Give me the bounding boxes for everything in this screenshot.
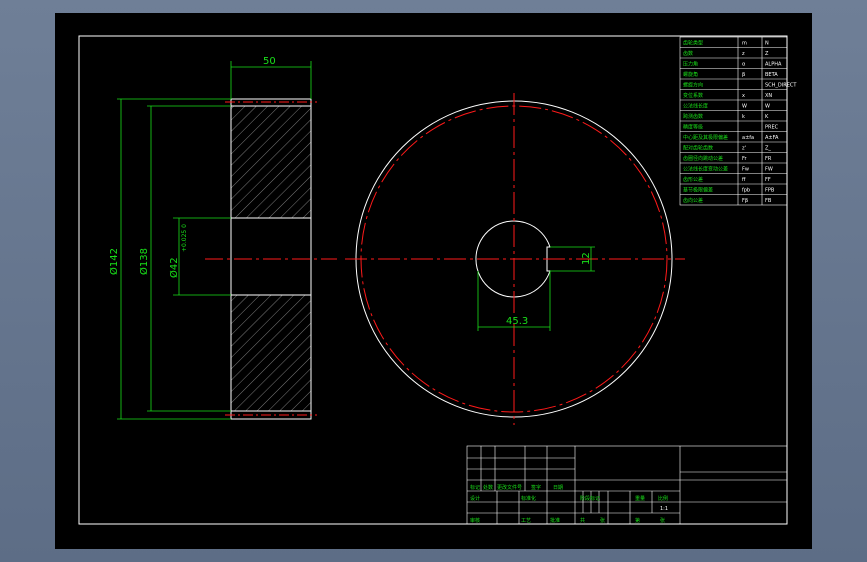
param-symbol: z bbox=[742, 51, 745, 57]
svg-text:日期: 日期 bbox=[553, 485, 563, 491]
param-name: 齿形公差 bbox=[683, 176, 703, 183]
param-symbol: fpb bbox=[742, 188, 750, 194]
dim-outer-dia-label: Ø142 bbox=[108, 248, 120, 275]
parameter-table: 齿轮类型 m N 齿数 z Z 压力角 α ALPHA 螺旋角 β BETA 螺旋方向 SCH_DIREC… bbox=[679, 36, 797, 206]
svg-text:处数: 处数 bbox=[483, 484, 493, 491]
param-symbol: a±fa bbox=[742, 135, 754, 141]
svg-text:更改文件号: 更改文件号 bbox=[497, 484, 522, 491]
param-value: FF bbox=[765, 177, 771, 183]
svg-text:设计: 设计 bbox=[470, 495, 480, 502]
svg-text:张: 张 bbox=[600, 517, 605, 524]
drawing-border bbox=[78, 35, 788, 525]
svg-text:比例: 比例 bbox=[658, 495, 668, 502]
param-name: 跨测齿数 bbox=[683, 113, 703, 120]
dim-width-label: 50 bbox=[263, 56, 276, 67]
svg-text:批准: 批准 bbox=[550, 517, 560, 524]
param-name: 压力角 bbox=[683, 61, 698, 68]
param-value: N bbox=[765, 41, 769, 47]
svg-text:第: 第 bbox=[635, 517, 640, 524]
param-name: 齿向公差 bbox=[683, 197, 703, 204]
param-name: 齿圈径向跳动公差 bbox=[683, 155, 723, 162]
svg-text:工艺: 工艺 bbox=[521, 518, 531, 524]
svg-text:标准化: 标准化 bbox=[521, 495, 536, 502]
param-name: 中心距及其极限偏差 bbox=[683, 134, 728, 141]
param-value: Z_ bbox=[765, 146, 771, 152]
dim-root-dia-label: Ø138 bbox=[138, 248, 150, 275]
svg-text:审核: 审核 bbox=[470, 517, 480, 524]
hatch-upper bbox=[231, 106, 311, 218]
param-value: FB bbox=[765, 198, 772, 204]
param-symbol: ff bbox=[742, 177, 746, 183]
param-value: Z bbox=[765, 51, 769, 57]
param-value: ALPHA bbox=[765, 62, 782, 68]
param-name: 螺旋角 bbox=[683, 71, 698, 78]
param-name: 螺旋方向 bbox=[683, 82, 703, 89]
svg-text:张: 张 bbox=[660, 517, 665, 524]
front-view: 12 45.3 bbox=[345, 93, 685, 425]
param-symbol: z' bbox=[742, 146, 746, 152]
param-symbol: Fw bbox=[742, 167, 749, 173]
param-name: 齿数 bbox=[683, 50, 693, 57]
param-value: FPB bbox=[765, 188, 775, 194]
param-value: W bbox=[765, 104, 770, 110]
dim-keyway-depth-label: 45.3 bbox=[506, 316, 528, 327]
svg-text:签字: 签字 bbox=[531, 484, 541, 491]
svg-text:共: 共 bbox=[580, 517, 585, 524]
param-name: 齿轮类型 bbox=[683, 40, 703, 47]
scale-value: 1:1 bbox=[660, 506, 668, 512]
side-view: 50 Ø142 Ø138 Ø42 +0.025 0 bbox=[108, 56, 337, 420]
svg-text:重量: 重量 bbox=[635, 495, 645, 502]
param-symbol: α bbox=[742, 62, 746, 68]
param-value: A±FA bbox=[765, 135, 779, 141]
dim-keyway-width-label: 12 bbox=[581, 252, 592, 265]
param-name: 公法线长度 bbox=[683, 103, 708, 110]
param-value: PREC bbox=[765, 125, 779, 131]
param-symbol: x bbox=[742, 93, 745, 99]
param-name: 精度等级 bbox=[683, 124, 703, 131]
drawing-canvas: 50 Ø142 Ø138 Ø42 +0.025 0 12 45.3 齿轮类型 m… bbox=[55, 13, 812, 549]
param-symbol: Fβ bbox=[742, 198, 748, 204]
param-name: 变位系数 bbox=[683, 92, 703, 99]
hatch-lower bbox=[231, 295, 311, 411]
param-symbol: k bbox=[742, 114, 745, 120]
param-value: FR bbox=[765, 156, 772, 162]
param-value: BETA bbox=[765, 72, 778, 78]
param-value: FW bbox=[765, 167, 773, 173]
svg-text:标记: 标记 bbox=[470, 484, 480, 491]
param-symbol: β bbox=[742, 72, 745, 78]
param-value: XN bbox=[765, 93, 772, 99]
dim-bore-dia-label: Ø42 bbox=[168, 257, 180, 278]
drawing-svg: 50 Ø142 Ø138 Ø42 +0.025 0 12 45.3 齿轮类型 m… bbox=[78, 35, 797, 525]
param-name: 配对齿轮齿数 bbox=[683, 145, 713, 152]
title-block: 标记 处数 更改文件号 签字 日期 设计 标准化 阶段标记 重量 比例 审核 工… bbox=[466, 445, 788, 525]
param-symbol: W bbox=[742, 104, 747, 110]
param-value: SCH_DIRECT bbox=[765, 83, 797, 89]
svg-text:阶段标记: 阶段标记 bbox=[580, 495, 600, 502]
param-value: K bbox=[765, 114, 769, 120]
param-symbol: Fr bbox=[742, 156, 748, 162]
param-name: 基节极限偏差 bbox=[683, 187, 713, 194]
dim-bore-tol-label: +0.025 0 bbox=[181, 224, 188, 252]
param-symbol: m bbox=[742, 41, 747, 47]
param-name: 公法线长度变动公差 bbox=[683, 166, 728, 173]
